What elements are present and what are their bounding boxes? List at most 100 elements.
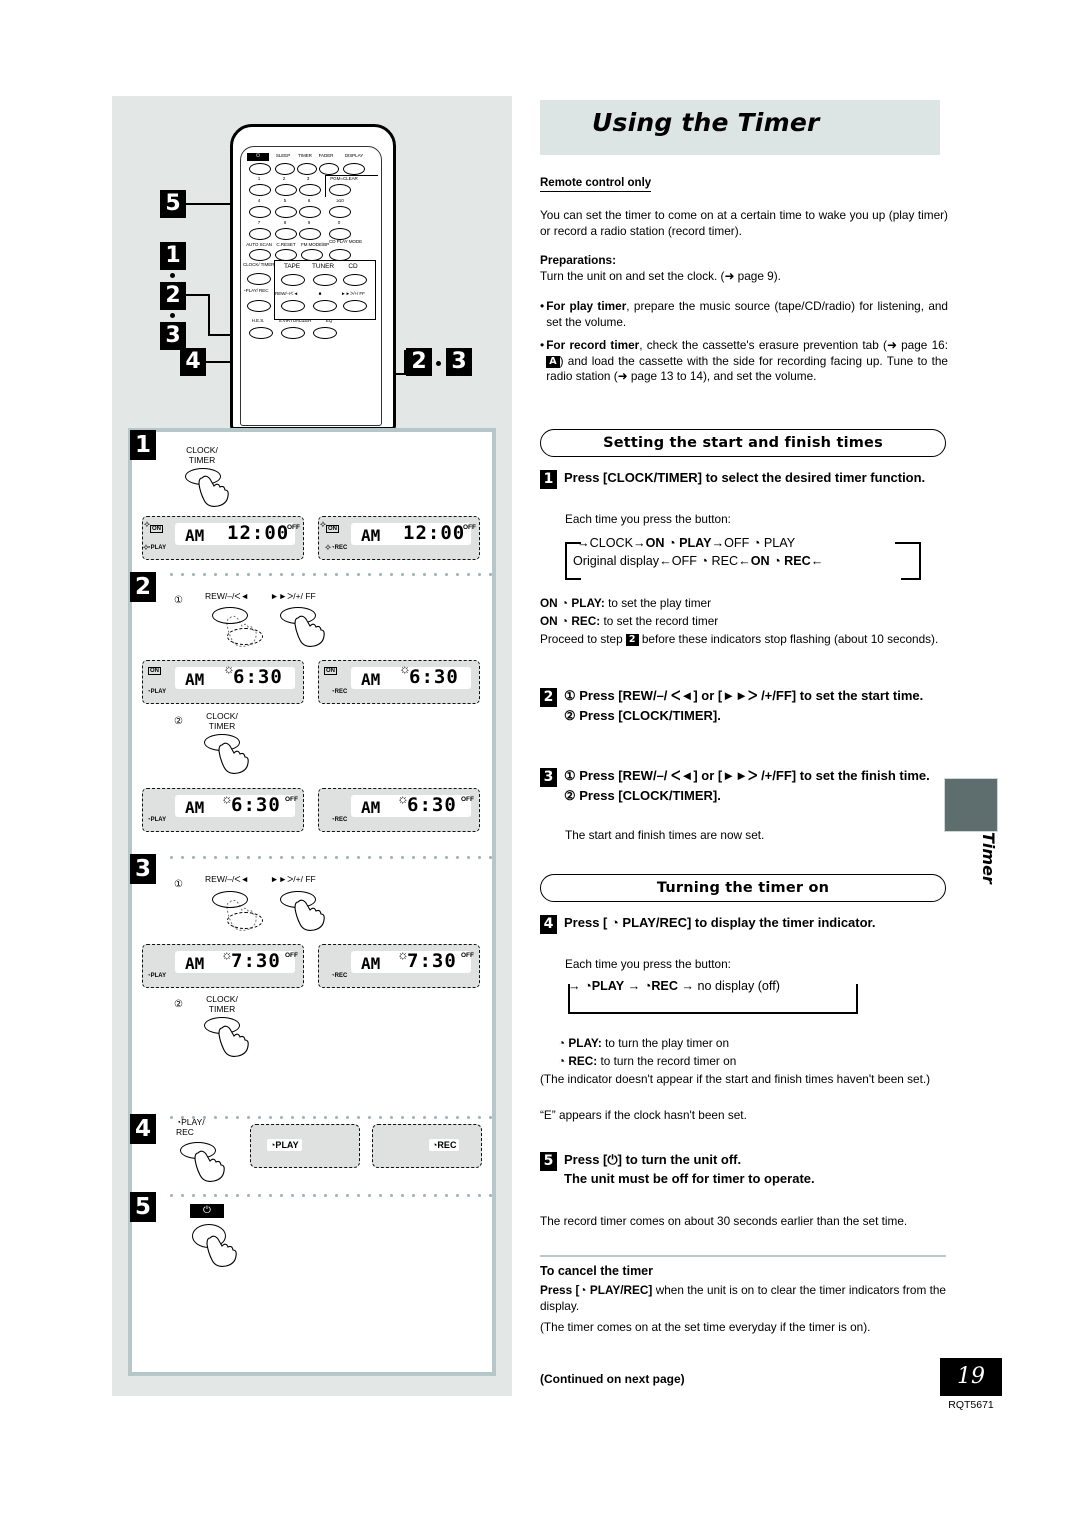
callout-2: 2 xyxy=(160,282,186,310)
btn-rew[interactable] xyxy=(281,300,305,312)
label-hes: H.E.S. xyxy=(251,318,265,323)
btn-timer[interactable] xyxy=(297,163,317,175)
label-ff: ►►ᐳ/+/ FF xyxy=(341,291,365,296)
flash-mark-on: ⟡ xyxy=(320,519,326,529)
callout-4: 4 xyxy=(180,348,206,376)
step3-substep-2: ② xyxy=(174,999,183,1010)
btn-tape[interactable] xyxy=(281,274,305,286)
lcd-time: 7:30 xyxy=(407,950,457,972)
step-5-subtitle: The unit must be off for timer to operat… xyxy=(564,1170,815,1186)
side-tab-block xyxy=(944,778,998,832)
steps-illustration-panel: 1 CLOCK/ TIMER AM 12:00 OFF ON ◔PLAY ⟡ ⟡… xyxy=(128,428,496,1376)
btn-eq[interactable] xyxy=(313,327,337,339)
step-5-block: 5 Press [⏻] to turn the unit off. The un… xyxy=(540,1152,944,1187)
btn-auto-scan[interactable] xyxy=(249,249,271,261)
btn-fader[interactable] xyxy=(319,163,339,175)
side-tab-label: Timer xyxy=(979,832,998,884)
btn-stop[interactable] xyxy=(313,300,337,312)
cycle-bottom-out xyxy=(565,578,581,580)
page-number: 19 xyxy=(940,1358,1002,1396)
lcd-ampm: AM xyxy=(185,954,205,973)
bullet-dot: • xyxy=(540,338,545,352)
lcd-ampm: AM xyxy=(185,670,205,689)
lcd-ampm: AM xyxy=(185,526,205,545)
label-ge10: ≥10 xyxy=(336,198,344,203)
step-5-lines: Press [⏻] to turn the unit off. The unit… xyxy=(564,1152,815,1187)
flash-mark-time: ☼ xyxy=(221,947,233,962)
flash-mark-mode: ⟡ xyxy=(325,542,331,552)
bullet-play-timer: • For play timer, prepare the music sour… xyxy=(540,299,948,330)
btn-tuner[interactable] xyxy=(313,274,337,286)
label-timer: TIMER xyxy=(298,153,312,158)
btn-ge10[interactable] xyxy=(329,206,351,218)
step4-item-play: ◔PLAY xyxy=(584,979,625,993)
btn-hes[interactable] xyxy=(249,327,273,339)
label-8: 8 xyxy=(283,220,287,225)
btn-1[interactable] xyxy=(249,184,271,196)
lcd-off-flag: OFF xyxy=(461,796,474,803)
bullet-record-rest-1: , check the cassette's erasure preventio… xyxy=(639,338,948,352)
step-badge-1: 1 xyxy=(130,430,156,460)
hand-pointer-icon xyxy=(198,475,229,507)
step4-cycle-bottom xyxy=(568,1012,858,1014)
section-heading-turning-on: Turning the timer on xyxy=(540,874,946,902)
lcd-time: 12:00 xyxy=(403,522,466,544)
callout-dot-23 xyxy=(436,361,441,366)
lcd-time: 7:30 xyxy=(231,950,281,972)
callout-23-leader-b xyxy=(208,294,211,336)
btn-8[interactable] xyxy=(275,228,297,240)
hand-pointer-icon xyxy=(194,1150,225,1182)
label-cd: CD xyxy=(348,263,358,270)
step-1-eachtime: Each time you press the button: xyxy=(565,512,731,526)
step1-proceed-2: before these indicators stop flashing (a… xyxy=(638,632,939,646)
callout-23-right-2: 2 xyxy=(406,348,432,376)
btn-3[interactable] xyxy=(299,184,321,196)
step4-note-rec: ◔ REC: to turn the record timer on xyxy=(558,1054,736,1070)
bullet-dot: • xyxy=(540,299,545,313)
clock-icon: ◔ xyxy=(579,1283,587,1297)
cycle-left-bar xyxy=(565,542,567,580)
doc-code: RQT5671 xyxy=(948,1399,994,1411)
btn-display[interactable] xyxy=(343,163,365,175)
btn-2[interactable] xyxy=(275,184,297,196)
step1-proceed-badge: 2 xyxy=(625,634,639,646)
btn-clock-timer[interactable] xyxy=(247,273,271,285)
step-1-number: 1 xyxy=(540,470,557,489)
power-icon: ⏻ xyxy=(247,153,269,161)
step-3-note: The start and finish times are now set. xyxy=(565,828,765,842)
cycle-arrow-2: → xyxy=(632,536,646,550)
btn-play-rec[interactable] xyxy=(247,300,271,312)
step4-note-rec-label: ◔ REC: xyxy=(558,1054,598,1068)
lcd-ampm: AM xyxy=(361,798,381,817)
btn-ff[interactable] xyxy=(343,300,367,312)
cancel-button-ref: PLAY/REC] xyxy=(586,1283,653,1297)
btn-cd[interactable] xyxy=(343,274,367,286)
cycle-arrow-1: → xyxy=(577,536,590,550)
ref-badge-a: A xyxy=(546,355,560,368)
btn-7[interactable] xyxy=(249,228,271,240)
btn-4[interactable] xyxy=(249,206,271,218)
lcd-time: 6:30 xyxy=(407,794,457,816)
btn-power[interactable] xyxy=(249,163,271,175)
btn-sleep[interactable] xyxy=(275,163,295,175)
btn-svirtualizer[interactable] xyxy=(281,327,305,339)
lcd-ampm: AM xyxy=(185,798,205,817)
step-5-number: 5 xyxy=(540,1152,557,1171)
label-sleep: SLEEP xyxy=(275,153,291,158)
step-2-number: 2 xyxy=(540,688,557,707)
bullet-record-rest-2: ) and load the cassette with the side fo… xyxy=(546,353,948,384)
btn-9[interactable] xyxy=(299,228,321,240)
step-3-line1: ① Press [REW/–/ ᐸ◄] or [►►ᐳ /+/FF] to se… xyxy=(564,768,930,783)
preparations-line: Turn the unit on and set the clock. (➜ p… xyxy=(540,268,781,283)
btn-6[interactable] xyxy=(299,206,321,218)
lcd-step3-play: AM 7:30 OFF ◔PLAY ☼ xyxy=(142,944,304,988)
btn-5[interactable] xyxy=(275,206,297,218)
step-4-title: Press [ ◔ PLAY/REC] to display the timer… xyxy=(564,915,876,930)
lcd-off-flag: OFF xyxy=(287,524,300,531)
step-2-block: 2 ① Press [REW/–/ ᐸ◄] or [►►ᐳ /+/FF] to … xyxy=(540,688,944,724)
label-2: 2 xyxy=(282,176,286,181)
step1-note-play: ON ◔ PLAY: to set the play timer xyxy=(540,596,711,612)
lcd-off-flag: OFF xyxy=(285,952,298,959)
cycle-item-on-rec: ON ◔ REC xyxy=(750,554,811,568)
remote-keypad-outline: ⏻ SLEEP TIMER FADER DISPLAY 1 2 3 PGM=CL… xyxy=(240,146,382,426)
